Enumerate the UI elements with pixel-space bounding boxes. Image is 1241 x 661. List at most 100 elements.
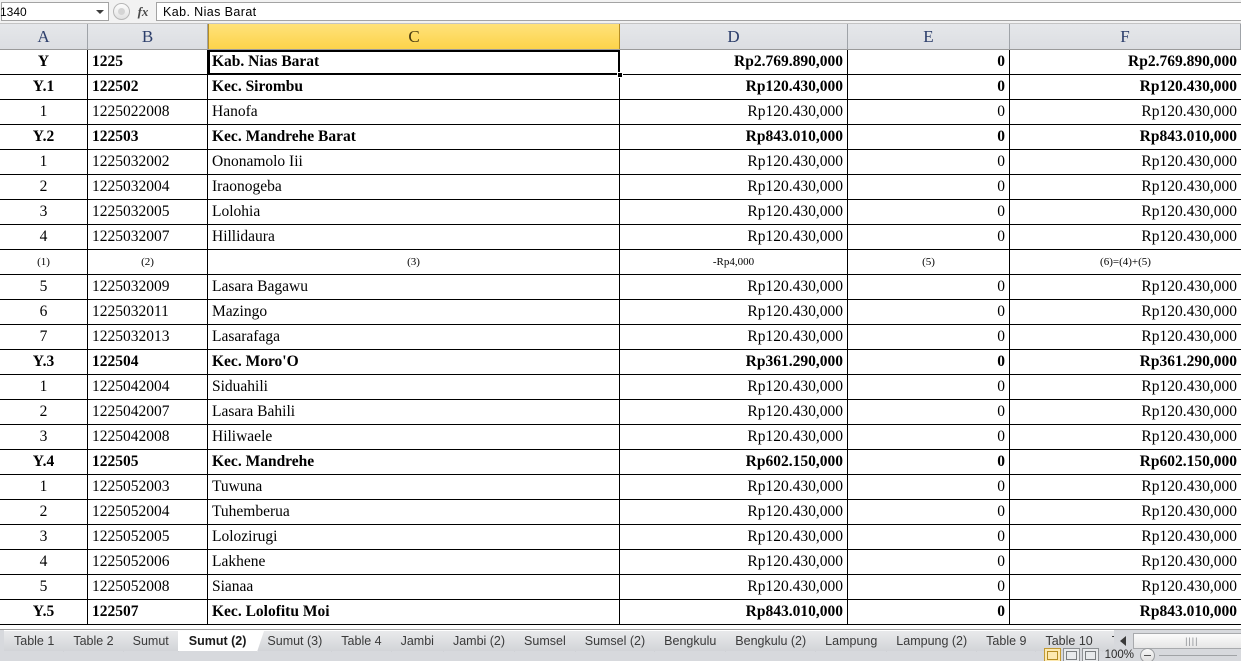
table-row[interactable]: 2 1225042007 Lasara Bahili Rp120.430,000 0 Rp… [0,400,1241,425]
sheet-tab-bengkulu[interactable]: Bengkulu [654,630,733,652]
cell-B20[interactable]: 1225052005 [88,525,208,550]
cell-E16[interactable]: 0 [848,425,1010,450]
cell-A19[interactable]: 2 [0,500,88,525]
cell-F15[interactable]: Rp120.430,000 [1010,400,1241,425]
zoom-out-button[interactable] [1140,647,1155,661]
table-row[interactable]: 3 1225042008 Hiliwaele Rp120.430,000 0 Rp120.… [0,425,1241,450]
cell-A8[interactable]: 4 [0,225,88,250]
cell-F3[interactable]: Rp120.430,000 [1010,100,1241,125]
cell-A12[interactable]: 7 [0,325,88,350]
cell-E10[interactable]: 0 [848,275,1010,300]
cell-B9[interactable]: (2) [88,250,208,275]
table-row[interactable]: 4 1225032007 Hillidaura Rp120.430,000 0 Rp120… [0,225,1241,250]
cell-D4[interactable]: Rp843.010,000 [620,125,848,150]
sheet-tab-sumut-3[interactable]: Sumut (3) [257,630,339,652]
cell-B23[interactable]: 122507 [88,600,208,625]
name-box[interactable]: 1340 [0,2,109,21]
table-row[interactable]: 1 1225032002 Ononamolo Iii Rp120.430,000 0 Rp… [0,150,1241,175]
table-row[interactable]: 1 1225052003 Tuwuna Rp120.430,000 0 Rp120.430… [0,475,1241,500]
cell-A23[interactable]: Y.5 [0,600,88,625]
cell-B15[interactable]: 1225042007 [88,400,208,425]
cell-E8[interactable]: 0 [848,225,1010,250]
cell-F12[interactable]: Rp120.430,000 [1010,325,1241,350]
cell-C11[interactable]: Mazingo [208,300,620,325]
cell-E17[interactable]: 0 [848,450,1010,475]
sheet-tab-lampung[interactable]: Lampung [815,630,894,652]
cell-D16[interactable]: Rp120.430,000 [620,425,848,450]
sheet-tab-lampung-2[interactable]: Lampung (2) [886,630,984,652]
cell-F1[interactable]: Rp2.769.890,000 [1010,50,1241,75]
cell-C15[interactable]: Lasara Bahili [208,400,620,425]
cell-D5[interactable]: Rp120.430,000 [620,150,848,175]
cell-A7[interactable]: 3 [0,200,88,225]
cell-E12[interactable]: 0 [848,325,1010,350]
normal-view-button[interactable] [1043,647,1061,661]
cell-F18[interactable]: Rp120.430,000 [1010,475,1241,500]
sheet-tab-table-4[interactable]: Table 4 [331,630,398,652]
cell-F23[interactable]: Rp843.010,000 [1010,600,1241,625]
cell-D23[interactable]: Rp843.010,000 [620,600,848,625]
cell-A21[interactable]: 4 [0,550,88,575]
cell-B4[interactable]: 122503 [88,125,208,150]
cell-F14[interactable]: Rp120.430,000 [1010,375,1241,400]
function-wizard-button[interactable]: fx [130,3,156,21]
cell-B11[interactable]: 1225032011 [88,300,208,325]
cell-B19[interactable]: 1225052004 [88,500,208,525]
cell-B1[interactable]: 1225 [88,50,208,75]
table-row[interactable]: 3 1225032005 Lolohia Rp120.430,000 0 Rp120.43… [0,200,1241,225]
sheet-tab-table-9[interactable]: Table 9 [976,630,1043,652]
cell-A18[interactable]: 1 [0,475,88,500]
cell-E21[interactable]: 0 [848,550,1010,575]
cell-C5[interactable]: Ononamolo Iii [208,150,620,175]
cell-B2[interactable]: 122502 [88,75,208,100]
cell-F21[interactable]: Rp120.430,000 [1010,550,1241,575]
cell-D15[interactable]: Rp120.430,000 [620,400,848,425]
cell-C4[interactable]: Kec. Mandrehe Barat [208,125,620,150]
cell-E7[interactable]: 0 [848,200,1010,225]
cell-D2[interactable]: Rp120.430,000 [620,75,848,100]
cell-B5[interactable]: 1225032002 [88,150,208,175]
cell-D6[interactable]: Rp120.430,000 [620,175,848,200]
cell-E3[interactable]: 0 [848,100,1010,125]
sheet-tab-sumsel-2[interactable]: Sumsel (2) [574,630,662,652]
cell-F22[interactable]: Rp120.430,000 [1010,575,1241,600]
cell-B13[interactable]: 122504 [88,350,208,375]
cell-F9[interactable]: (6)=(4)+(5) [1010,250,1241,275]
cell-E14[interactable]: 0 [848,375,1010,400]
cell-F11[interactable]: Rp120.430,000 [1010,300,1241,325]
cell-D21[interactable]: Rp120.430,000 [620,550,848,575]
cell-E4[interactable]: 0 [848,125,1010,150]
column-header-a[interactable]: A [0,24,88,49]
cell-C18[interactable]: Tuwuna [208,475,620,500]
cell-D11[interactable]: Rp120.430,000 [620,300,848,325]
cell-B18[interactable]: 1225052003 [88,475,208,500]
cell-E13[interactable]: 0 [848,350,1010,375]
cell-F20[interactable]: Rp120.430,000 [1010,525,1241,550]
cell-C16[interactable]: Hiliwaele [208,425,620,450]
cell-C22[interactable]: Sianaa [208,575,620,600]
table-row[interactable]: 7 1225032013 Lasarafaga Rp120.430,000 0 Rp120… [0,325,1241,350]
cell-F8[interactable]: Rp120.430,000 [1010,225,1241,250]
table-row[interactable]: 6 1225032011 Mazingo Rp120.430,000 0 Rp120.43… [0,300,1241,325]
cell-B16[interactable]: 1225042008 [88,425,208,450]
sheet-tab-sumsel[interactable]: Sumsel [514,630,582,652]
cell-C21[interactable]: Lakhene [208,550,620,575]
table-row[interactable]: 1 1225022008 Hanofa Rp120.430,000 0 Rp120.430… [0,100,1241,125]
column-header-c[interactable]: C [208,24,620,49]
table-row[interactable]: (1) (2) (3) -Rp4,000 (5) (6)=(4)+(5) [0,250,1241,275]
chevron-down-icon[interactable] [96,9,104,14]
cell-E1[interactable]: 0 [848,50,1010,75]
cell-B21[interactable]: 1225052006 [88,550,208,575]
cell-C8[interactable]: Hillidaura [208,225,620,250]
column-header-d[interactable]: D [620,24,848,49]
cell-F13[interactable]: Rp361.290,000 [1010,350,1241,375]
cell-E9[interactable]: (5) [848,250,1010,275]
sheet-tab-jambi-2[interactable]: Jambi (2) [442,630,522,652]
cell-A2[interactable]: Y.1 [0,75,88,100]
table-row[interactable]: 5 1225052008 Sianaa Rp120.430,000 0 Rp120.430… [0,575,1241,600]
sheet-tab-bengkulu-2[interactable]: Bengkulu (2) [725,630,823,652]
cell-A13[interactable]: Y.3 [0,350,88,375]
cell-B22[interactable]: 1225052008 [88,575,208,600]
sheet-tab-sumut[interactable]: Sumut [122,630,185,652]
table-row[interactable]: Y.2 122503 Kec. Mandrehe Barat Rp843.010,00… [0,125,1241,150]
